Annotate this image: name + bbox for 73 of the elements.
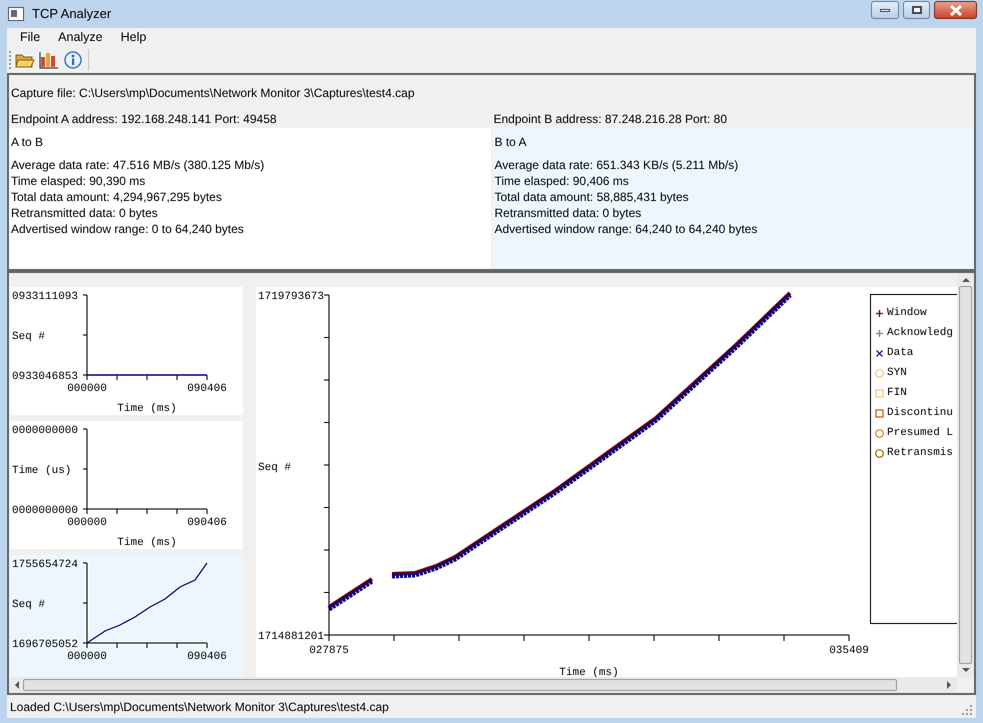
axis-label: 1714881201 [258, 631, 324, 643]
axis-title: Seq # [12, 599, 46, 611]
stat-line: Average data rate: 651.343 KB/s (5.211 Mb/s) [494, 157, 740, 173]
axis-label: 000000 [67, 383, 107, 395]
axis-title: Seq # [258, 462, 292, 474]
stat-line: Retransmitted data: 0 bytes [494, 205, 642, 221]
axis-label: 090406 [187, 517, 227, 529]
axis-label: 000000 [67, 517, 107, 529]
scroll-thumb[interactable] [959, 286, 972, 664]
axis-label: 0000000000 [12, 505, 78, 517]
menu-item[interactable]: File [11, 28, 50, 47]
legend-label: SYN [887, 366, 907, 381]
bar-chart-icon[interactable] [39, 51, 59, 69]
scroll-up-icon[interactable] [962, 278, 970, 282]
stat-line: Average data rate: 47.516 MB/s (380.125 Mb/s) [11, 157, 266, 173]
axis-title: Time (us) [12, 465, 72, 477]
axis-label: 035409 [829, 645, 869, 657]
endpoint-address: Endpoint A address: 192.168.248.141 Port: 49458 [11, 112, 277, 126]
close-button[interactable] [934, 1, 977, 19]
stat-line: Time elasped: 90,406 ms [494, 173, 630, 189]
axis-title: Time (ms) [117, 537, 177, 549]
legend-label: Retransmis [887, 446, 954, 461]
axis-label: 090406 [187, 651, 227, 663]
direction-title: A to B [11, 134, 44, 150]
maximize-button[interactable] [903, 1, 930, 19]
scroll-left-icon[interactable] [15, 681, 19, 689]
axis-title: Time (ms) [117, 403, 177, 415]
scroll-thumb[interactable] [23, 679, 897, 691]
legend-label: Data [887, 346, 914, 361]
direction-panel[interactable]: B to A Average data rate: 651.343 KB/s (5.211 Mb/s) Time elasped: 90,406 ms Total data amount: 58,885,431 bytes Retransmitted data: 0 bytes Advertised window range: 64,240 to 64,240 bytes [492, 128, 974, 269]
axis-label: 0933111093 [12, 291, 78, 303]
capture-file-label: Capture file: C:\Users\mp\Documents\Network Monitor 3\Captures\test4.cap [11, 86, 414, 100]
stat-line: Retransmitted data: 0 bytes [11, 205, 159, 221]
axis-label: 090406 [187, 383, 227, 395]
toolbar-grip[interactable] [9, 51, 12, 69]
axis-title: Seq # [12, 331, 46, 343]
app-icon [8, 7, 24, 21]
close-icon[interactable] [948, 4, 962, 16]
window-title: TCP Analyzer [32, 5, 112, 24]
graph-panel[interactable]: 1755654724 Seq # 1696705052 000000 090406 [10, 555, 243, 677]
stat-line: Total data amount: 4,294,967,295 bytes [11, 189, 223, 205]
stat-line: Advertised window range: 64,240 to 64,240 bytes [494, 221, 758, 237]
vertical-scrollbar[interactable] [957, 273, 974, 677]
axis-label: 000000 [67, 651, 107, 663]
direction-panel[interactable]: A to B Average data rate: 47.516 MB/s (380.125 Mb/s) Time elasped: 90,390 ms Total data amount: 4,294,967,295 bytes Retransmitted data: 0 bytes Advertised window range: 0 to 64,240 bytes [9, 128, 490, 269]
stat-line: Time elasped: 90,390 ms [11, 173, 146, 189]
resize-grip-icon[interactable] [962, 704, 972, 714]
legend-label: Acknowledg [887, 326, 954, 341]
scroll-right-icon[interactable] [947, 681, 951, 689]
legend-label: Discontinu [887, 406, 954, 421]
axis-label: 0933046853 [12, 371, 78, 383]
axis-label: 0000000000 [12, 425, 78, 437]
horizontal-scrollbar[interactable] [9, 677, 957, 693]
axis-label: 1719793673 [258, 291, 324, 303]
legend-label: Window [887, 306, 927, 321]
axis-label: 1755654724 [12, 559, 78, 571]
axis-title: Time (ms) [559, 667, 619, 677]
axis-label: 1696705052 [12, 639, 78, 651]
stat-line: Total data amount: 58,885,431 bytes [494, 189, 690, 205]
menu-item[interactable]: Help [112, 28, 156, 47]
scroll-down-icon[interactable] [962, 668, 970, 672]
status-text: Loaded C:\Users\mp\Documents\Network Monitor 3\Captures\test4.cap [10, 698, 389, 716]
info-icon[interactable] [64, 51, 82, 69]
legend-label: FIN [887, 386, 907, 401]
menu-item[interactable]: Analyze [49, 28, 112, 47]
direction-title: B to A [494, 134, 528, 150]
graph-panel[interactable]: 0933111093 Seq # 0933046853 000000 090406 Time (ms) [10, 287, 243, 415]
axis-label: 027875 [309, 645, 349, 657]
minimize-button[interactable] [871, 1, 899, 19]
endpoint-address: Endpoint B address: 87.248.216.28 Port: 80 [494, 112, 728, 126]
stat-line: Advertised window range: 0 to 64,240 bytes [11, 221, 245, 237]
graph-panel[interactable]: 0000000000 Time (us) 0000000000 000000 090406 Time (ms) [10, 421, 243, 549]
legend-label: Presumed L [887, 426, 954, 441]
